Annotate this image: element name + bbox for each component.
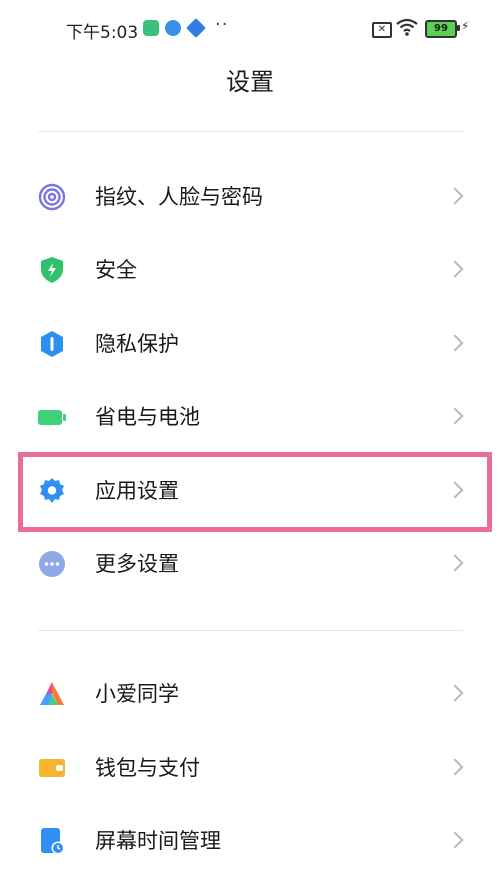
battery-icon: 99 xyxy=(425,20,457,38)
no-sim-icon: ✕ xyxy=(372,22,392,38)
battery-tip xyxy=(457,25,460,31)
xiaoai-icon xyxy=(40,682,64,705)
page-title: 设置 xyxy=(226,68,274,96)
privacy-icon xyxy=(41,331,63,357)
charging-icon: ⚡ xyxy=(461,19,470,33)
settings-item-label: 省电与电池 xyxy=(95,405,200,429)
settings-item-label: 指纹、人脸与密码 xyxy=(95,185,263,209)
settings-item-battery[interactable]: 省电与电池 xyxy=(0,381,500,453)
status-time: 下午5:03 xyxy=(66,23,139,43)
chevron-right-icon xyxy=(446,758,464,776)
settings-item-label: 钱包与支付 xyxy=(95,756,200,780)
chevron-right-icon xyxy=(446,260,464,278)
settings-item-wallet[interactable]: 钱包与支付 xyxy=(0,732,500,804)
settings-item-label: 隐私保护 xyxy=(95,332,179,356)
settings-item-more[interactable]: 更多设置 xyxy=(0,528,500,600)
settings-item-label: 小爱同学 xyxy=(95,682,179,706)
shield-bolt-icon xyxy=(41,257,63,283)
status-bar: 下午5:03 ·· ✕ 99 ⚡ xyxy=(0,0,500,56)
highlight-box xyxy=(18,452,492,532)
section-divider xyxy=(38,630,463,631)
chevron-right-icon xyxy=(446,187,464,205)
settings-item-label: 屏幕时间管理 xyxy=(95,829,221,853)
settings-item-label: 更多设置 xyxy=(95,552,179,576)
battery-saver-icon xyxy=(38,410,66,425)
settings-item-privacy[interactable]: 隐私保护 xyxy=(0,308,500,380)
section-divider xyxy=(38,131,463,132)
screen-time-icon xyxy=(41,828,65,855)
settings-item-xiaoai[interactable]: 小爱同学 xyxy=(0,658,500,730)
cloud-app-icon xyxy=(165,20,181,36)
chevron-right-icon xyxy=(446,554,464,572)
diamond-app-icon xyxy=(186,18,206,38)
settings-item-security[interactable]: 安全 xyxy=(0,234,500,306)
overflow-dots: ·· xyxy=(215,14,229,35)
chevron-right-icon xyxy=(446,831,464,849)
settings-item-screen-time[interactable]: 屏幕时间管理 xyxy=(0,805,500,877)
chevron-right-icon xyxy=(446,407,464,425)
wallet-icon xyxy=(39,759,65,777)
chevron-right-icon xyxy=(446,684,464,702)
settings-item-label: 安全 xyxy=(95,258,137,282)
wifi-icon xyxy=(396,18,418,36)
fingerprint-icon xyxy=(38,183,66,211)
chevron-right-icon xyxy=(446,334,464,352)
more-dots-icon xyxy=(39,551,65,577)
settings-item-fingerprint[interactable]: 指纹、人脸与密码 xyxy=(0,161,500,233)
shield-app-icon xyxy=(143,20,159,36)
